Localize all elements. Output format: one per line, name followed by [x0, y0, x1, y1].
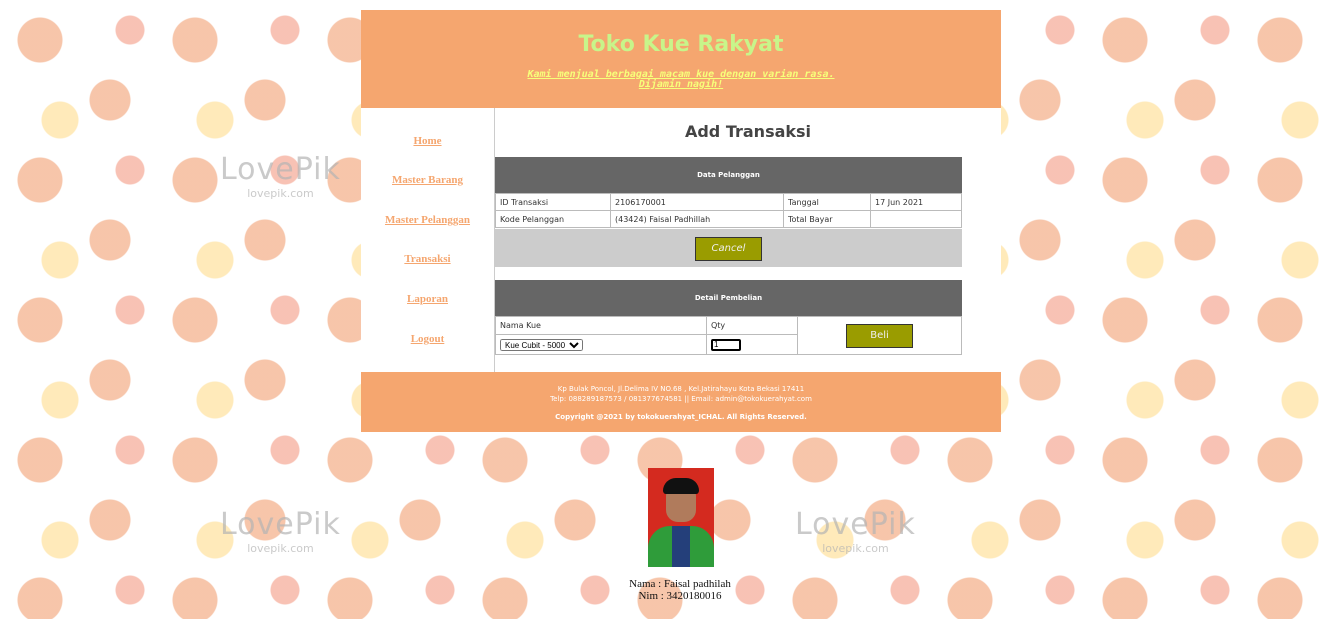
photo-hair — [663, 478, 699, 494]
main-content: Add Transaksi Data Pelanggan ID Transaks… — [495, 108, 1001, 372]
tagline-line-2: Dijamin nagih! — [638, 79, 724, 90]
table-row: Kode Pelanggan (43424) Faisal Padhillah … — [495, 210, 962, 228]
date-label: Tanggal — [783, 193, 871, 211]
watermark-site: lovepik.com — [822, 542, 889, 555]
buy-cell: Beli — [797, 316, 962, 355]
customer-value: (43424) Faisal Padhillah — [610, 210, 784, 228]
cancel-band: Cancel — [495, 229, 962, 267]
watermark-site: lovepik.com — [247, 542, 314, 555]
purchase-section-header: Detail Pembelian — [495, 280, 962, 316]
page-title: Add Transaksi — [684, 122, 812, 141]
qty-input-cell — [706, 334, 798, 355]
footer-copyright: Copyright @2021 by tokokuerahyat_ICHAL. … — [555, 413, 807, 421]
total-value — [870, 210, 962, 228]
customer-label: Kode Pelanggan — [495, 210, 611, 228]
date-value: 17 Jun 2021 — [870, 193, 962, 211]
item-label: Nama Kue — [495, 316, 707, 335]
customer-section-header: Data Pelanggan — [495, 157, 962, 193]
profile-name: Nama : Faisal padhilah — [629, 578, 731, 590]
content-row: Home Master Barang Master Pelanggan Tran… — [361, 108, 1001, 372]
nav-transaksi[interactable]: Transaksi — [361, 253, 494, 265]
purchase-table: Nama Kue Qty Beli Kue Cubit - 5000 — [495, 316, 962, 355]
total-label: Total Bayar — [783, 210, 871, 228]
buy-button[interactable]: Beli — [846, 323, 913, 348]
item-select-cell: Kue Cubit - 5000 — [495, 334, 707, 355]
customer-table: ID Transaksi 2106170001 Tanggal 17 Jun 2… — [495, 193, 962, 228]
table-row: ID Transaksi 2106170001 Tanggal 17 Jun 2… — [495, 193, 962, 211]
qty-label: Qty — [706, 316, 798, 335]
watermark-brand: LovePik — [220, 507, 341, 542]
footer-contact: Telp: 088289187573 / 081377674581 || Ema… — [550, 395, 812, 403]
sidebar-nav: Home Master Barang Master Pelanggan Tran… — [361, 108, 495, 372]
photo-shirt — [672, 526, 690, 567]
watermark: LovePik lovepik.com — [220, 507, 341, 555]
watermark: LovePik lovepik.com — [220, 152, 341, 200]
watermark-brand: LovePik — [220, 152, 341, 187]
site-header: Toko Kue Rakyat Kami menjual berbagai ma… — [361, 10, 1001, 108]
nav-master-pelanggan[interactable]: Master Pelanggan — [361, 214, 494, 226]
site-footer: Kp Bulak Poncol, Jl.Delima IV NO.68 , Ke… — [361, 372, 1001, 432]
table-row: Nama Kue Qty Beli — [495, 316, 962, 355]
watermark-site: lovepik.com — [247, 187, 314, 200]
id-value: 2106170001 — [610, 193, 784, 211]
watermark: LovePik lovepik.com — [795, 507, 916, 555]
profile-photo — [648, 468, 714, 567]
item-select[interactable]: Kue Cubit - 5000 — [500, 338, 583, 351]
nav-master-barang[interactable]: Master Barang — [361, 174, 494, 186]
site-tagline: Kami menjual berbagai macam kue dengan v… — [361, 70, 1001, 90]
nav-logout[interactable]: Logout — [361, 333, 494, 345]
nav-laporan[interactable]: Laporan — [361, 293, 494, 305]
profile-nim: Nim : 3420180016 — [638, 590, 722, 602]
profile-caption: Nama : Faisal padhilah Nim : 3420180016 — [580, 578, 780, 602]
footer-address: Kp Bulak Poncol, Jl.Delima IV NO.68 , Ke… — [557, 385, 805, 393]
nav-home[interactable]: Home — [361, 135, 494, 147]
id-label: ID Transaksi — [495, 193, 611, 211]
watermark-brand: LovePik — [795, 507, 916, 542]
qty-input[interactable] — [711, 338, 741, 351]
cancel-button[interactable]: Cancel — [695, 237, 762, 261]
site-title: Toko Kue Rakyat — [578, 32, 784, 57]
page-container: Toko Kue Rakyat Kami menjual berbagai ma… — [361, 10, 1001, 432]
